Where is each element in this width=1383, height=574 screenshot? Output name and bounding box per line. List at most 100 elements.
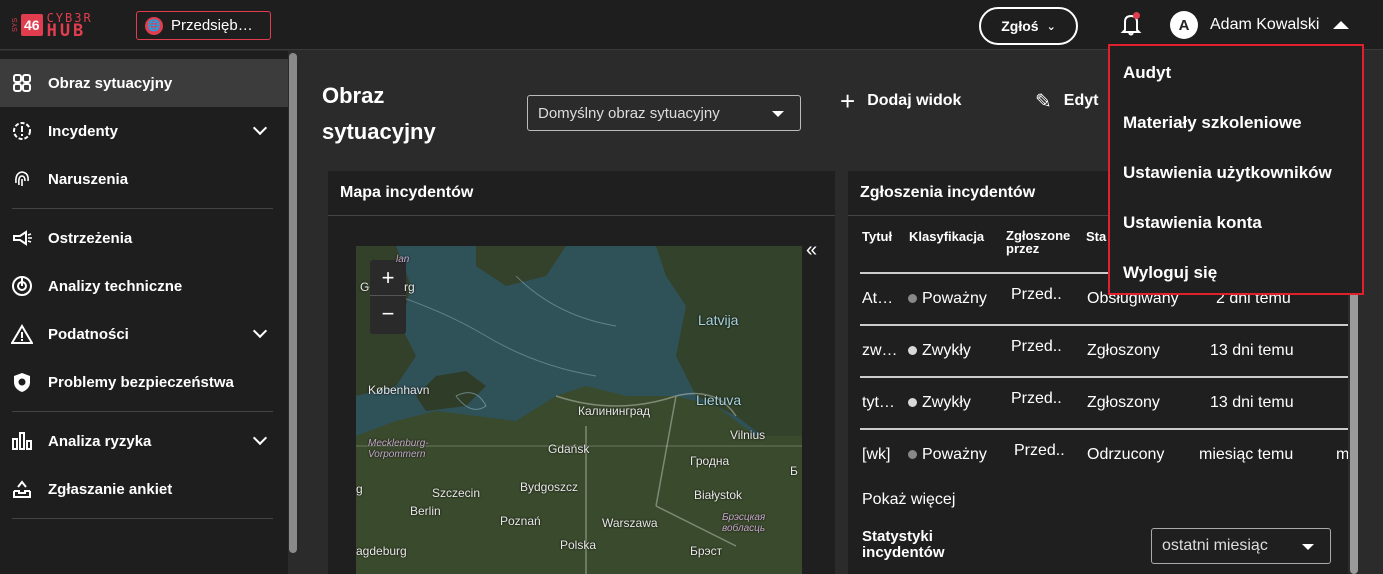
chevron-down-icon[interactable] [252,120,268,136]
map-label-brest: Брэст [690,544,723,558]
map-label-vilnius: Vilnius [730,428,766,442]
map-label-szczecin: Szczecin [432,486,481,500]
sidebar-divider [12,518,273,519]
table-row[interactable]: tyt… Zwykły Przed.. Zgłoszony 13 dni tem… [860,376,1348,428]
incident-map-panel: Mapa incydentów « + − G lan rg Latvija L… [328,171,835,574]
map-label: Б [790,464,798,478]
map-label-magdeburg: agdeburg [356,544,407,558]
view-select-value: Domyślny obraz sytuacyjny [538,104,720,122]
menu-item-audyt[interactable]: Audyt [1110,48,1362,98]
map-label-gdansk: Gdańsk [548,442,590,456]
sidebar-item-label: Zgłaszanie ankiet [48,480,173,498]
incident-stats-title: Statystyki incydentów [862,528,945,561]
map-label-berlin: Berlin [410,504,441,518]
sidebar-item-ostrzezenia[interactable]: Ostrzeżenia [0,214,288,262]
logo-line2: HUB [46,21,87,41]
row-title: tyt… [862,394,895,411]
column-header-classification[interactable]: Klasyfikacja [909,229,984,244]
inbox-icon [10,477,34,501]
map-label: g [356,482,363,496]
row-time: miesiąc temu [1199,446,1294,463]
chevron-down-icon[interactable] [252,430,268,446]
caret-up-icon [1333,21,1350,29]
bar-chart-icon [10,429,34,453]
page-title: Obraz sytuacyjny [322,83,436,144]
menu-item-user-settings[interactable]: Ustawienia użytkowników [1110,148,1362,198]
row-reported-by: Przed.. [1014,442,1065,459]
classification-dot [908,294,917,304]
sidebar-item-label: Naruszenia [48,170,129,188]
table-row[interactable]: zw… Zwykły Przed.. Zgłoszony 13 dni temu [860,324,1348,376]
column-header-status[interactable]: Sta [1086,229,1106,244]
sidebar-item-label: Problemy bezpieczeństwa [48,373,234,391]
row-classification: Poważny [908,446,987,464]
map-label-mecklenburg: Mecklenburg-Vorpommern [368,438,429,460]
sidebar-item-podatnosci[interactable]: Podatności [0,310,288,358]
zoom-in-button[interactable]: + [370,260,406,296]
map-label-latvija: Latvija [698,312,739,328]
map-label-poznan: Poznań [500,514,541,528]
sidebar-item-incydenty[interactable]: Incydenty [0,107,288,155]
chevron-down-icon[interactable] [252,323,268,339]
sidebar-scrollbar-thumb[interactable] [289,53,297,553]
organization-selector[interactable]: 🌐 Przedsięb… [136,11,271,40]
map-label-brest-region: Брэсцкая вобласць [722,512,766,534]
logo-number: 46 [21,14,43,36]
add-view-label: Dodaj widok [867,92,962,109]
column-header-reported-by[interactable]: Zgłoszone przez [1006,229,1078,255]
sidebar-item-zglaszanie-ankiet[interactable]: Zgłaszanie ankiet [0,465,288,513]
add-view-button[interactable]: + Dodaj widok [840,88,962,114]
sidebar-item-label: Incydenty [48,122,119,140]
sidebar-item-label: Ostrzeżenia [48,229,133,247]
period-select[interactable]: ostatni miesiąc [1151,528,1331,564]
shield-icon [10,370,34,394]
menu-item-account-settings[interactable]: Ustawienia konta [1110,198,1362,248]
incident-map[interactable]: + − G lan rg Latvija Lietuva København К… [356,246,802,574]
classification-dot [908,346,917,356]
view-select[interactable]: Domyślny obraz sytuacyjny [527,95,801,131]
report-button-label: Zgłoś [1001,18,1039,34]
sidebar-item-obraz-sytuacyjny[interactable]: Obraz sytuacyjny [0,59,288,107]
collapse-icon[interactable]: « [806,239,817,262]
classification-dot [908,398,917,408]
sidebar: Obraz sytuacyjny Incydenty Naruszenia Os… [0,51,288,574]
row-extra: m [1336,446,1348,463]
sidebar-item-naruszenia[interactable]: Naruszenia [0,155,288,203]
row-time: 13 dni temu [1210,342,1294,359]
edit-view-button[interactable]: ✎ Edyt [1035,89,1098,113]
sidebar-scrollbar[interactable] [288,51,298,574]
map-label-bydgoszcz: Bydgoszcz [520,480,579,494]
row-classification: Poważny [908,290,987,308]
map-label-grodno: Гродна [690,454,730,468]
sidebar-item-label: Analiza ryzyka [48,432,152,450]
row-title: [wk] [862,446,891,463]
sidebar-item-analizy-techniczne[interactable]: Analizy techniczne [0,262,288,310]
row-status: Zgłoszony [1087,394,1160,411]
logo-sys: SYS [12,17,19,32]
notifications-bell-icon[interactable] [1120,12,1142,36]
period-select-value: ostatni miesiąc [1162,537,1268,554]
top-bar: SYS 46 CYB3R HUB 🌐 Przedsięb… Zgłoś ⌄ A … [0,0,1383,50]
fingerprint-icon [10,167,34,191]
menu-item-logout[interactable]: Wyloguj się [1110,248,1362,298]
globe-icon: 🌐 [145,16,163,35]
map-label-bialystok: Białystok [694,488,743,502]
sidebar-item-problemy-bezpieczenstwa[interactable]: Problemy bezpieczeństwa [0,358,288,406]
user-menu-toggle[interactable]: A Adam Kowalski [1170,11,1350,39]
column-header-title[interactable]: Tytuł [862,229,892,244]
sidebar-item-analiza-ryzyka[interactable]: Analiza ryzyka [0,417,288,465]
menu-item-training-materials[interactable]: Materiały szkoleniowe [1110,98,1362,148]
table-row[interactable]: [wk] Poważny Przed.. Odrzucony miesiąc t… [860,428,1348,480]
sidebar-divider [12,411,273,412]
map-zoom-control: + − [370,260,406,334]
zoom-out-button[interactable]: − [370,296,406,332]
sidebar-item-label: Obraz sytuacyjny [48,74,173,92]
show-more-link[interactable]: Pokaż więcej [862,491,955,509]
alert-gear-icon [10,119,34,143]
sidebar-item-label: Analizy techniczne [48,277,183,295]
row-status: Zgłoszony [1087,342,1160,359]
report-button[interactable]: Zgłoś ⌄ [979,7,1078,45]
cyberhub-logo[interactable]: SYS 46 CYB3R HUB [12,9,93,41]
row-reported-by: Przed.. [1011,390,1062,407]
map-label-lietuva: Lietuva [696,392,742,408]
